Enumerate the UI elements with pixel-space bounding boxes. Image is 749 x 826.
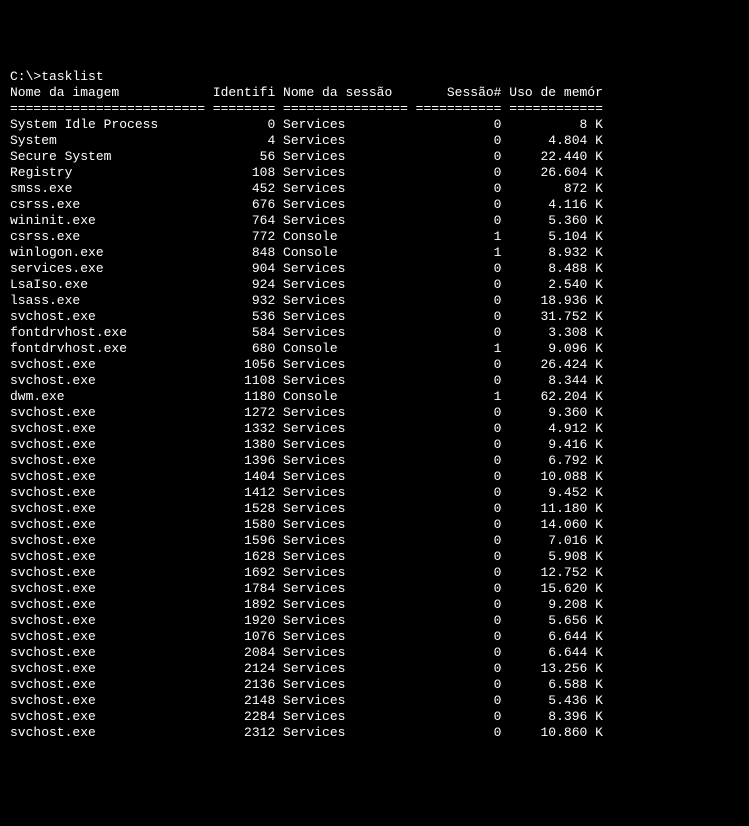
table-row: svchost.exe 2284 Services 0 8.396 K <box>10 709 739 725</box>
table-row: svchost.exe 1272 Services 0 9.360 K <box>10 405 739 421</box>
table-row: wininit.exe 764 Services 0 5.360 K <box>10 213 739 229</box>
table-row: svchost.exe 1580 Services 0 14.060 K <box>10 517 739 533</box>
table-row: svchost.exe 2148 Services 0 5.436 K <box>10 693 739 709</box>
table-row: Registry 108 Services 0 26.604 K <box>10 165 739 181</box>
table-row: svchost.exe 1380 Services 0 9.416 K <box>10 437 739 453</box>
table-row: services.exe 904 Services 0 8.488 K <box>10 261 739 277</box>
table-row: System Idle Process 0 Services 0 8 K <box>10 117 739 133</box>
table-row: svchost.exe 536 Services 0 31.752 K <box>10 309 739 325</box>
table-row: csrss.exe 772 Console 1 5.104 K <box>10 229 739 245</box>
table-row: svchost.exe 2312 Services 0 10.860 K <box>10 725 739 741</box>
table-row: svchost.exe 2136 Services 0 6.588 K <box>10 677 739 693</box>
table-row: svchost.exe 1108 Services 0 8.344 K <box>10 373 739 389</box>
table-row: svchost.exe 1784 Services 0 15.620 K <box>10 581 739 597</box>
table-row: svchost.exe 2124 Services 0 13.256 K <box>10 661 739 677</box>
separator: ========================= ======== =====… <box>10 101 739 117</box>
table-row: svchost.exe 1404 Services 0 10.088 K <box>10 469 739 485</box>
table-row: System 4 Services 0 4.804 K <box>10 133 739 149</box>
table-row: svchost.exe 1692 Services 0 12.752 K <box>10 565 739 581</box>
table-row: svchost.exe 1920 Services 0 5.656 K <box>10 613 739 629</box>
table-row: svchost.exe 1412 Services 0 9.452 K <box>10 485 739 501</box>
table-row: Secure System 56 Services 0 22.440 K <box>10 149 739 165</box>
header: Nome da imagem Identifi Nome da sessão S… <box>10 85 739 101</box>
table-row: svchost.exe 1396 Services 0 6.792 K <box>10 453 739 469</box>
table-row: svchost.exe 2084 Services 0 6.644 K <box>10 645 739 661</box>
table-row: winlogon.exe 848 Console 1 8.932 K <box>10 245 739 261</box>
table-row: svchost.exe 1628 Services 0 5.908 K <box>10 549 739 565</box>
table-row: svchost.exe 1076 Services 0 6.644 K <box>10 629 739 645</box>
table-row: svchost.exe 1056 Services 0 26.424 K <box>10 357 739 373</box>
table-row: fontdrvhost.exe 584 Services 0 3.308 K <box>10 325 739 341</box>
console-output[interactable]: C:\>tasklistNome da imagem Identifi Nome… <box>10 69 739 741</box>
table-row: fontdrvhost.exe 680 Console 1 9.096 K <box>10 341 739 357</box>
prompt: C:\>tasklist <box>10 69 739 85</box>
table-row: LsaIso.exe 924 Services 0 2.540 K <box>10 277 739 293</box>
table-row: svchost.exe 1892 Services 0 9.208 K <box>10 597 739 613</box>
table-row: svchost.exe 1332 Services 0 4.912 K <box>10 421 739 437</box>
table-row: smss.exe 452 Services 0 872 K <box>10 181 739 197</box>
table-row: lsass.exe 932 Services 0 18.936 K <box>10 293 739 309</box>
table-row: svchost.exe 1596 Services 0 7.016 K <box>10 533 739 549</box>
table-row: dwm.exe 1180 Console 1 62.204 K <box>10 389 739 405</box>
table-row: csrss.exe 676 Services 0 4.116 K <box>10 197 739 213</box>
table-row: svchost.exe 1528 Services 0 11.180 K <box>10 501 739 517</box>
